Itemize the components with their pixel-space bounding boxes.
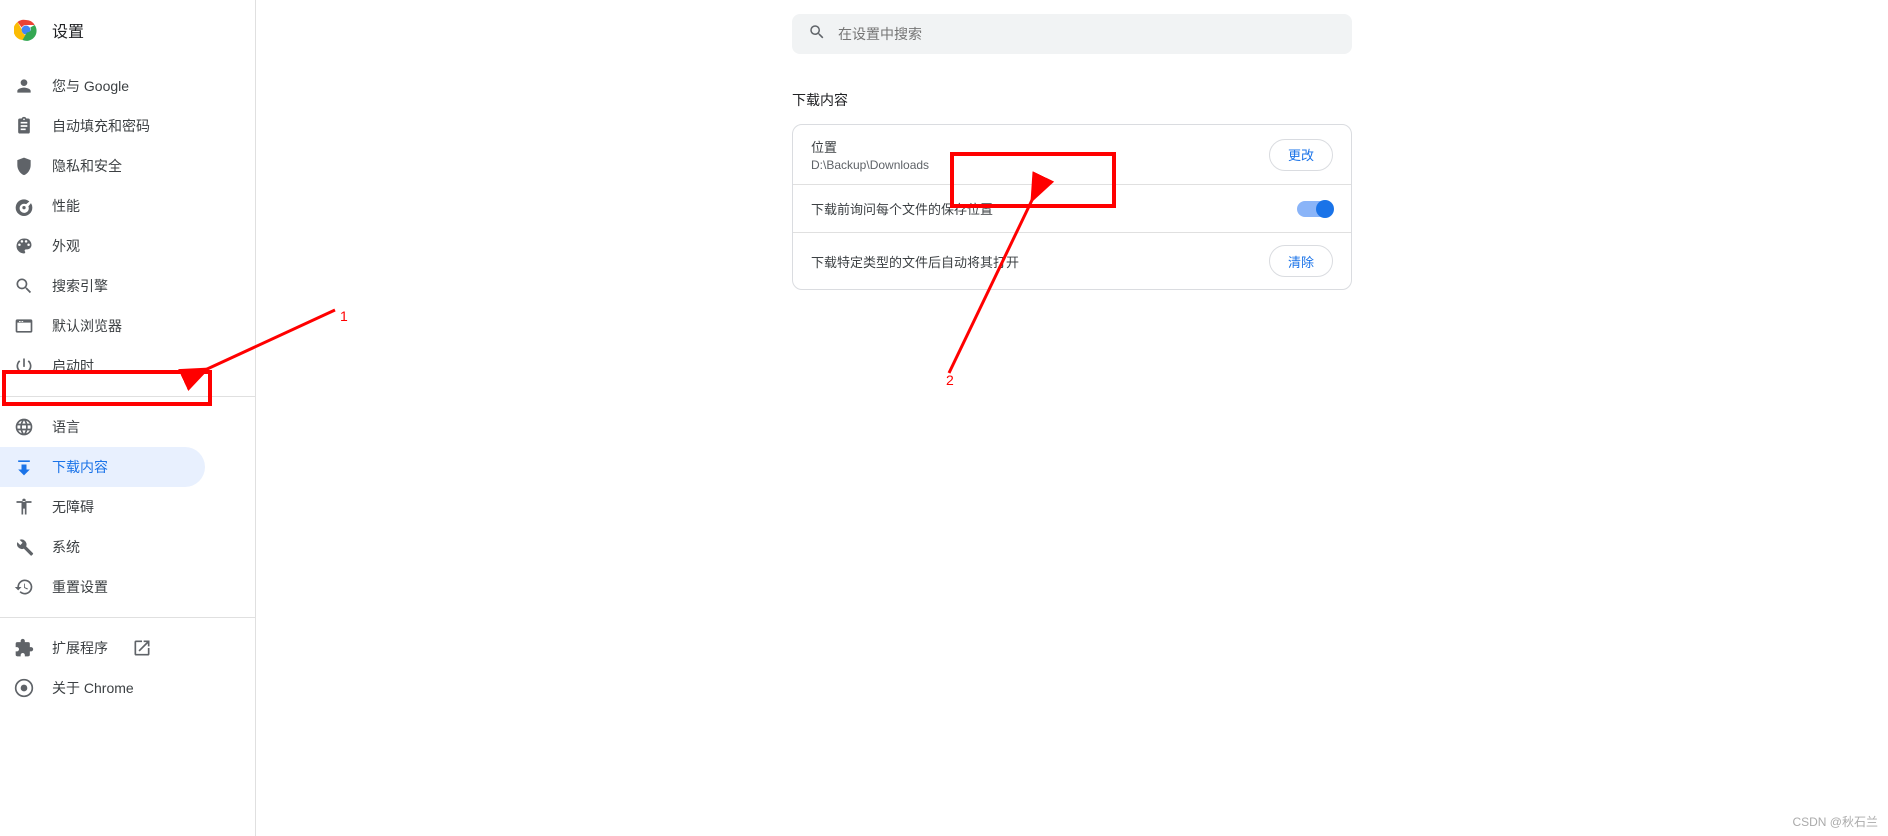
sidebar-item-label: 自动填充和密码 xyxy=(52,116,150,136)
globe-icon xyxy=(14,417,34,437)
sidebar-item-accessibility[interactable]: 无障碍 xyxy=(0,487,205,527)
annotation-box-sidebar-downloads xyxy=(2,370,212,406)
toggle-knob xyxy=(1316,200,1334,218)
annotation-label-2: 2 xyxy=(946,372,954,388)
sidebar-item-label: 默认浏览器 xyxy=(52,316,122,336)
sidebar-item-label: 搜索引擎 xyxy=(52,276,108,296)
sidebar-item-label: 关于 Chrome xyxy=(52,678,134,698)
search-icon xyxy=(14,276,34,296)
sidebar-item-label: 重置设置 xyxy=(52,577,108,597)
sidebar-item-about[interactable]: 关于 Chrome xyxy=(0,668,205,708)
annotation-label-1: 1 xyxy=(340,308,348,324)
sidebar-item-label: 无障碍 xyxy=(52,497,94,517)
sidebar-item-label: 隐私和安全 xyxy=(52,156,122,176)
sidebar-item-you-and-google[interactable]: 您与 Google xyxy=(0,66,205,106)
search-input[interactable] xyxy=(838,26,1336,42)
location-value: D:\Backup\Downloads xyxy=(811,158,929,172)
person-icon xyxy=(14,76,34,96)
sidebar-item-label: 您与 Google xyxy=(52,76,129,96)
location-label: 位置 xyxy=(811,137,929,156)
assignment-icon xyxy=(14,116,34,136)
search-area xyxy=(792,14,1352,54)
sidebar-item-label: 外观 xyxy=(52,236,80,256)
sidebar-item-default-browser[interactable]: 默认浏览器 xyxy=(0,306,205,346)
ask-before-download-toggle[interactable] xyxy=(1297,201,1333,217)
restore-icon xyxy=(14,577,34,597)
palette-icon xyxy=(14,236,34,256)
auto-open-label: 下载特定类型的文件后自动将其打开 xyxy=(811,252,1019,271)
sidebar-item-privacy[interactable]: 隐私和安全 xyxy=(0,146,205,186)
nav-separator xyxy=(0,617,255,618)
section-title: 下载内容 xyxy=(792,90,1352,110)
sidebar-item-label: 系统 xyxy=(52,537,80,557)
annotation-box-toggle xyxy=(950,152,1116,208)
sidebar-item-reset[interactable]: 重置设置 xyxy=(0,567,205,607)
sidebar-item-appearance[interactable]: 外观 xyxy=(0,226,205,266)
change-location-button[interactable]: 更改 xyxy=(1269,139,1333,171)
extension-icon xyxy=(14,638,34,658)
sidebar-item-downloads[interactable]: 下载内容 xyxy=(0,447,205,487)
auto-open-row: 下载特定类型的文件后自动将其打开 清除 xyxy=(793,233,1351,289)
sidebar-item-extensions[interactable]: 扩展程序 xyxy=(0,628,205,668)
search-box[interactable] xyxy=(792,14,1352,54)
open-in-new-icon xyxy=(132,638,152,658)
sidebar-item-label: 语言 xyxy=(52,417,80,437)
shield-icon xyxy=(14,156,34,176)
page-title: 设置 xyxy=(52,18,84,42)
download-icon xyxy=(14,457,34,477)
sidebar: 设置 您与 Google自动填充和密码隐私和安全性能外观搜索引擎默认浏览器启动时… xyxy=(0,0,256,836)
sidebar-item-performance[interactable]: 性能 xyxy=(0,186,205,226)
sidebar-item-autofill[interactable]: 自动填充和密码 xyxy=(0,106,205,146)
sidebar-item-system[interactable]: 系统 xyxy=(0,527,205,567)
search-icon xyxy=(808,23,826,46)
main-content: 下载内容 位置 D:\Backup\Downloads 更改 下载前询问每个文件… xyxy=(256,0,1888,836)
sidebar-item-languages[interactable]: 语言 xyxy=(0,407,205,447)
clear-auto-open-button[interactable]: 清除 xyxy=(1269,245,1333,277)
sidebar-header: 设置 xyxy=(0,0,255,60)
speed-icon xyxy=(14,196,34,216)
sidebar-item-label: 下载内容 xyxy=(52,457,108,477)
browser-icon xyxy=(14,316,34,336)
sidebar-item-search-engine[interactable]: 搜索引擎 xyxy=(0,266,205,306)
sidebar-item-label: 性能 xyxy=(52,196,80,216)
chrome-logo-icon xyxy=(14,18,38,42)
sidebar-item-label: 扩展程序 xyxy=(52,638,108,658)
chrome-icon xyxy=(14,678,34,698)
wrench-icon xyxy=(14,537,34,557)
accessibility-icon xyxy=(14,497,34,517)
watermark: CSDN @秋石兰 xyxy=(1792,813,1878,830)
